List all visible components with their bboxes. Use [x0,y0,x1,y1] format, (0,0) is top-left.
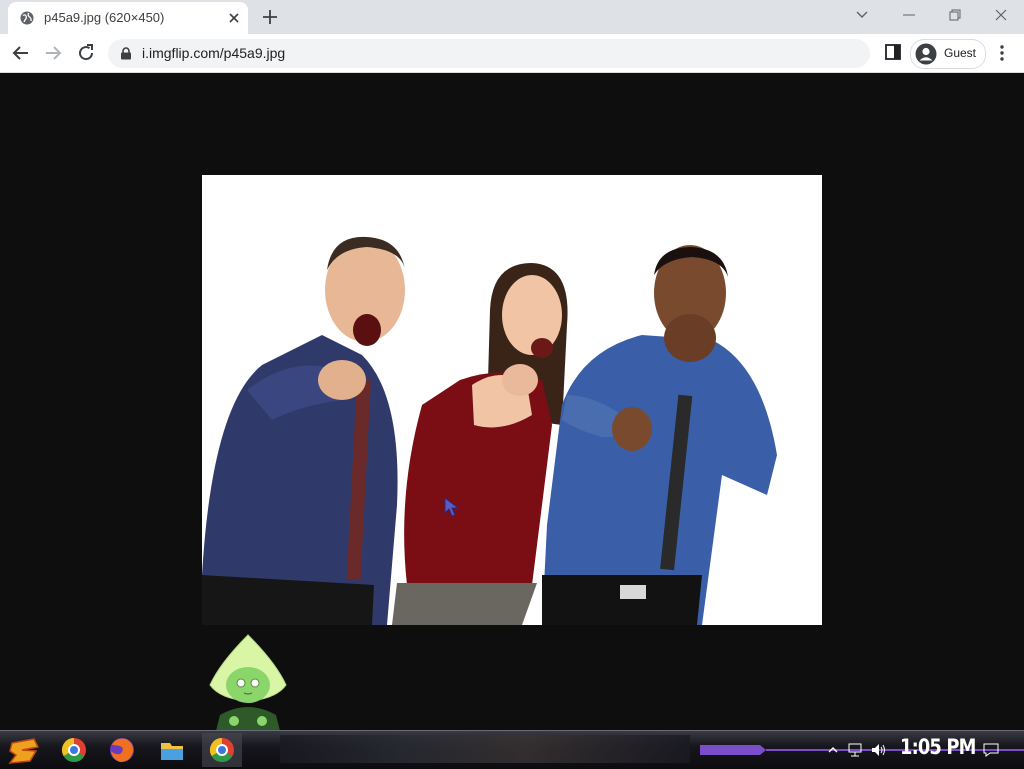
restore-icon[interactable] [941,4,969,26]
notification-icon[interactable] [982,741,1000,759]
mouse-pointer-icon [444,497,460,517]
reload-icon[interactable] [74,41,98,65]
chrome-icon[interactable] [54,733,94,767]
windows-taskbar: 1:05 PM [0,730,1024,769]
url-text: i.imgflip.com/p45a9.jpg [142,45,286,61]
start-icon[interactable] [4,733,44,767]
file-explorer-icon[interactable] [152,733,192,767]
guest-avatar-icon [915,43,937,65]
profile-button[interactable]: Guest [910,39,986,69]
chevron-up-icon[interactable] [824,741,842,759]
new-tab-icon[interactable] [259,6,281,28]
side-panel-icon[interactable] [884,43,902,61]
browser-tab[interactable]: p45a9.jpg (620×450) [8,2,248,34]
globe-icon [20,11,34,25]
close-window-icon[interactable] [987,4,1015,26]
minimize-icon[interactable] [895,4,923,26]
profile-label: Guest [944,46,977,60]
tab-title: p45a9.jpg (620×450) [44,10,165,25]
tab-strip: p45a9.jpg (620×450) [0,0,1024,34]
image-viewer [0,73,1024,731]
back-arrow-icon[interactable] [9,41,33,65]
peridot-desktop-mascot [209,634,287,731]
lock-icon[interactable] [120,47,132,60]
volume-icon[interactable] [870,741,888,759]
chrome-active-icon[interactable] [202,733,242,767]
address-bar[interactable]: i.imgflip.com/p45a9.jpg [108,39,870,68]
taskbar-clock[interactable]: 1:05 PM [900,735,976,759]
tab-search-icon[interactable] [848,4,876,26]
forward-arrow-icon[interactable] [41,41,65,65]
network-icon[interactable] [846,741,864,759]
more-menu-icon[interactable] [996,43,1008,63]
firefox-icon[interactable] [102,733,142,767]
browser-toolbar: i.imgflip.com/p45a9.jpg Guest [0,34,1024,73]
displayed-photo [202,175,822,625]
close-tab-icon[interactable] [224,8,244,28]
taskbar-thumbnail-strip [280,735,690,763]
